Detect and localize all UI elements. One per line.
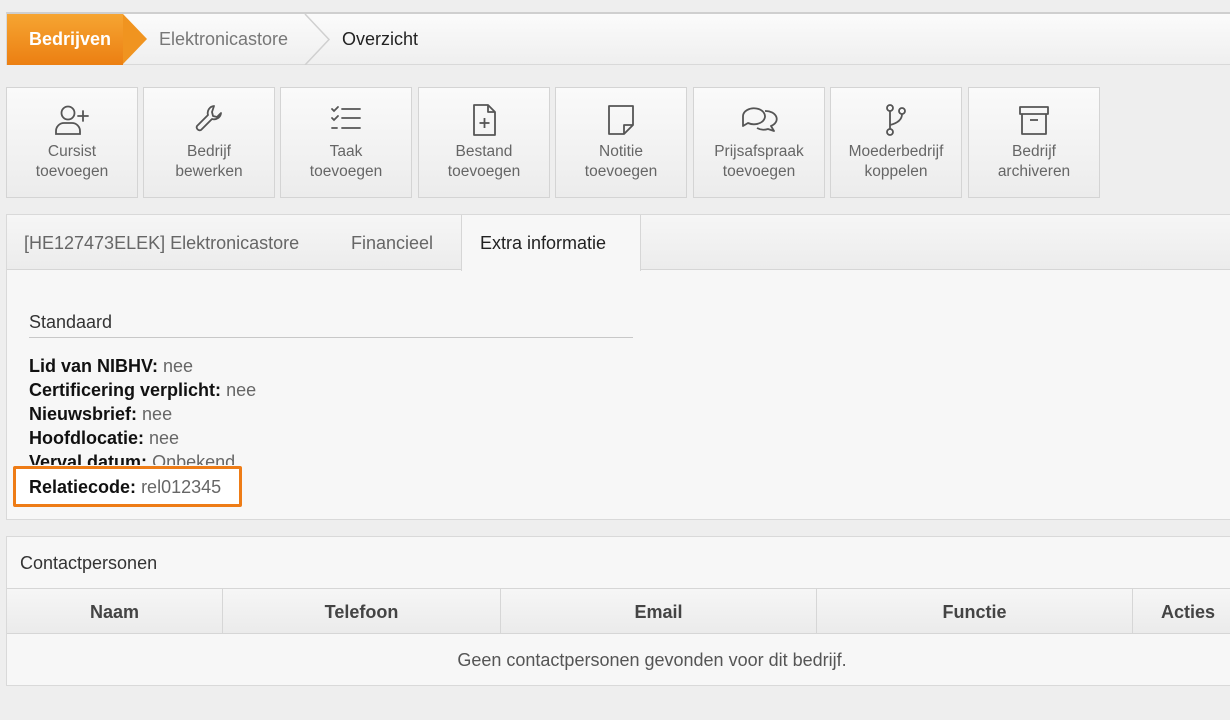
field-verval-datum: Verval datum: Onbekend bbox=[29, 452, 235, 465]
field-label: Verval datum: bbox=[29, 452, 148, 465]
edit-company-button[interactable]: Bedrijf bewerken bbox=[143, 87, 275, 198]
section-divider bbox=[29, 337, 633, 338]
column-header-naam[interactable]: Naam bbox=[7, 589, 223, 633]
button-label: archiveren bbox=[997, 163, 1071, 180]
field-hoofdlocatie: Hoofdlocatie: nee bbox=[29, 428, 179, 449]
breadcrumb: Bedrijven Elektronicastore Overzicht bbox=[6, 12, 1230, 65]
field-value: nee bbox=[149, 428, 180, 448]
add-file-button[interactable]: Bestand toevoegen bbox=[418, 87, 550, 198]
add-price-agreement-button[interactable]: Prijsafspraak toevoegen bbox=[693, 87, 825, 198]
tab-bar: [HE127473ELEK] Elektronicastore Financie… bbox=[7, 215, 1230, 271]
archive-box-icon bbox=[1014, 103, 1054, 137]
column-header-email[interactable]: Email bbox=[501, 589, 817, 633]
column-header-telefoon[interactable]: Telefoon bbox=[223, 589, 501, 633]
button-label: toevoegen bbox=[447, 163, 521, 180]
field-lid-van-nibhv: Lid van NIBHV: nee bbox=[29, 356, 193, 377]
column-header-acties: Acties bbox=[1161, 602, 1216, 622]
button-label: toevoegen bbox=[722, 163, 796, 180]
tab-financieel[interactable]: Financieel bbox=[351, 215, 433, 270]
empty-table-message: Geen contactpersonen gevonden voor dit b… bbox=[457, 650, 847, 670]
field-value: nee bbox=[226, 380, 257, 400]
table-header: Naam Telefoon Email Functie Acties bbox=[7, 588, 1230, 634]
field-value: nee bbox=[163, 356, 194, 376]
tab-extra-informatie[interactable]: Extra informatie bbox=[461, 215, 641, 271]
button-label: Notitie bbox=[599, 143, 643, 160]
button-label: koppelen bbox=[864, 163, 928, 180]
button-label: Cursist bbox=[47, 143, 97, 160]
checklist-icon bbox=[326, 103, 366, 137]
button-label: Bedrijf bbox=[187, 143, 231, 160]
file-plus-icon bbox=[464, 103, 504, 137]
button-label: Prijsafspraak bbox=[714, 143, 804, 160]
field-label: Certificering verplicht: bbox=[29, 380, 222, 400]
column-header-functie[interactable]: Functie bbox=[817, 589, 1133, 633]
field-label: Lid van NIBHV: bbox=[29, 356, 159, 376]
note-icon bbox=[601, 103, 641, 137]
field-value: Onbekend bbox=[152, 452, 236, 465]
link-parent-company-button[interactable]: Moederbedrijf koppelen bbox=[830, 87, 962, 198]
button-label: Bestand bbox=[455, 143, 513, 160]
breadcrumb-item-overzicht: Overzicht bbox=[342, 29, 419, 49]
field-label: Hoofdlocatie: bbox=[29, 428, 144, 448]
add-note-button[interactable]: Notitie toevoegen bbox=[555, 87, 687, 198]
field-value: nee bbox=[142, 404, 173, 424]
archive-company-button[interactable]: Bedrijf archiveren bbox=[968, 87, 1100, 198]
button-label: toevoegen bbox=[309, 163, 383, 180]
chat-bubbles-icon bbox=[739, 103, 779, 137]
add-user-icon bbox=[52, 103, 92, 137]
tab-company[interactable]: [HE127473ELEK] Elektronicastore bbox=[24, 215, 299, 270]
highlight-box: Relatiecode: rel012345 bbox=[13, 466, 242, 507]
add-task-button[interactable]: Taak toevoegen bbox=[280, 87, 412, 198]
field-relatiecode: Relatiecode: rel012345 bbox=[29, 477, 221, 498]
breadcrumb-item-company[interactable]: Elektronicastore bbox=[159, 14, 288, 65]
button-label: toevoegen bbox=[584, 163, 658, 180]
button-label: toevoegen bbox=[35, 163, 109, 180]
breadcrumb-separator-icon bbox=[304, 14, 331, 65]
add-student-button[interactable]: Cursist toevoegen bbox=[6, 87, 138, 198]
field-label: Relatiecode: bbox=[29, 477, 137, 497]
field-nieuwsbrief: Nieuwsbrief: nee bbox=[29, 404, 172, 425]
section-title: Standaard bbox=[29, 312, 113, 332]
wrench-icon bbox=[189, 103, 229, 137]
contacts-panel: Contactpersonen Naam Telefoon Email Func… bbox=[6, 536, 1230, 686]
field-value: rel012345 bbox=[141, 477, 222, 497]
branch-icon bbox=[876, 103, 916, 137]
button-label: Taak bbox=[329, 143, 363, 160]
field-label: Nieuwsbrief: bbox=[29, 404, 138, 424]
contacts-title: Contactpersonen bbox=[20, 553, 158, 573]
button-label: Moederbedrijf bbox=[848, 143, 944, 160]
breadcrumb-item-bedrijven[interactable]: Bedrijven bbox=[7, 14, 123, 65]
field-certificering: Certificering verplicht: nee bbox=[29, 380, 256, 401]
breadcrumb-arrow bbox=[123, 14, 147, 64]
button-label: bewerken bbox=[175, 163, 243, 180]
button-label: Bedrijf bbox=[1012, 143, 1056, 160]
